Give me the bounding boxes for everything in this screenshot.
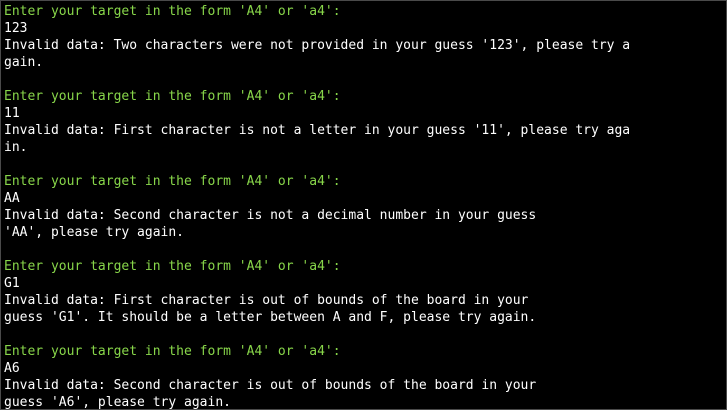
error-message-line: Invalid data: First character is out of … — [4, 293, 529, 308]
error-message-line: gain. — [4, 55, 44, 70]
user-input: 11 — [4, 106, 20, 121]
input-prompt: Enter your target in the form 'A4' or 'a… — [4, 89, 341, 104]
output-block: Enter your target in the form 'A4' or 'a… — [4, 88, 726, 173]
input-prompt: Enter your target in the form 'A4' or 'a… — [4, 174, 341, 189]
error-message-line: Invalid data: Two characters were not pr… — [4, 38, 631, 53]
error-message-line: Invalid data: Second character is not a … — [4, 208, 537, 223]
error-message-line: guess 'G1'. It should be a letter betwee… — [4, 310, 537, 325]
user-input: 123 — [4, 21, 28, 36]
error-message-line: guess 'A6', please try again. — [4, 395, 231, 410]
input-prompt: Enter your target in the form 'A4' or 'a… — [4, 259, 341, 274]
user-input: A6 — [4, 361, 20, 376]
output-block: Enter your target in the form 'A4' or 'a… — [4, 343, 726, 410]
input-prompt: Enter your target in the form 'A4' or 'a… — [4, 4, 341, 19]
error-message-line: Invalid data: First character is not a l… — [4, 123, 631, 138]
error-message-line: 'AA', please try again. — [4, 225, 185, 240]
error-message-line: in. — [4, 140, 28, 155]
user-input: G1 — [4, 276, 20, 291]
output-block: Enter your target in the form 'A4' or 'a… — [4, 173, 726, 258]
output-block: Enter your target in the form 'A4' or 'a… — [4, 3, 726, 88]
input-prompt: Enter your target in the form 'A4' or 'a… — [4, 344, 341, 359]
output-block: Enter your target in the form 'A4' or 'a… — [4, 258, 726, 343]
terminal-window[interactable]: Enter your target in the form 'A4' or 'a… — [0, 0, 727, 410]
error-message-line: Invalid data: Second character is out of… — [4, 378, 537, 393]
user-input: AA — [4, 191, 20, 206]
